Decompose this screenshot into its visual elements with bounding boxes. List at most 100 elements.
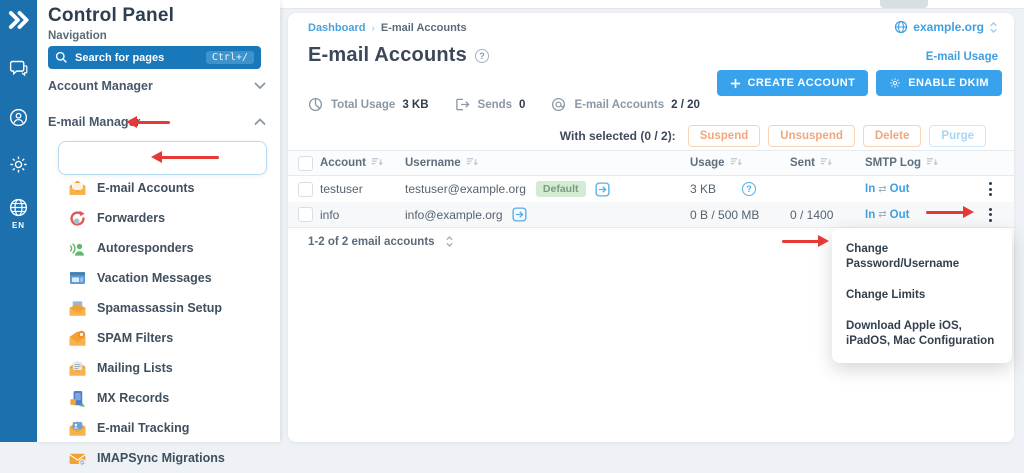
row-checkbox[interactable]	[298, 182, 313, 197]
chevron-down-icon	[254, 82, 266, 90]
sidebar-items: E-mail AccountsForwardersAutorespondersV…	[37, 173, 280, 473]
search-icon	[55, 51, 68, 64]
usage-cell: 3 KB ?	[690, 182, 790, 196]
usage-help-icon[interactable]: ?	[742, 182, 756, 196]
title-help-icon[interactable]: ?	[475, 49, 489, 63]
email-usage-link[interactable]: E-mail Usage	[926, 51, 998, 63]
swap-arrows-icon: ⇄	[878, 209, 886, 220]
sidebar-item-forwarders[interactable]: Forwarders	[37, 203, 280, 233]
sidebar-section-account-manager[interactable]: Account Manager	[37, 74, 280, 98]
smtp-log-cell: In ⇄ Out	[865, 183, 980, 195]
language-label[interactable]: EN	[0, 221, 37, 230]
account-cell: info	[320, 208, 405, 222]
row-menu-kebab-icon[interactable]	[980, 205, 1000, 225]
usage-stats: Total Usage3 KB Sends0 E-mail Accounts2 / …	[308, 97, 700, 113]
enable-dkim-button[interactable]: ENABLE DKIM	[876, 70, 1002, 96]
app-logo-icon[interactable]	[4, 5, 33, 34]
pagination: 1-2 of 2 email accounts	[308, 235, 454, 248]
sidebar-active-item-outline	[58, 141, 267, 175]
gear-icon[interactable]	[8, 154, 29, 175]
with-selected-toolbar: With selected (0 / 2): Suspend Unsuspend D…	[560, 125, 986, 147]
sidebar-item-spamassassin-setup[interactable]: Spamassassin Setup	[37, 293, 280, 323]
page-title: E-mail Accounts ?	[308, 44, 489, 67]
row-checkbox[interactable]	[298, 207, 313, 222]
caret-updown-icon	[989, 21, 998, 34]
breadcrumb-dashboard[interactable]: Dashboard	[308, 22, 365, 34]
sent-cell: 0 / 1400	[790, 208, 865, 222]
webmail-login-icon[interactable]	[511, 206, 528, 223]
username-cell: testuser@example.org Default	[405, 181, 690, 198]
default-badge: Default	[536, 181, 586, 197]
webmail-login-icon[interactable]	[594, 181, 611, 198]
sidebar-item-mx-records[interactable]: MX Records	[37, 383, 280, 413]
globe-small-icon	[894, 20, 908, 34]
sort-icon[interactable]	[820, 157, 833, 170]
forwarders-icon	[68, 209, 87, 228]
sort-icon[interactable]	[730, 157, 743, 170]
table-row: testuser testuser@example.org Default 3 …	[288, 176, 1014, 202]
sort-icon[interactable]	[466, 157, 479, 170]
breadcrumb-separator-icon: ›	[371, 23, 374, 34]
pagination-label: 1-2 of 2 email accounts	[308, 236, 435, 248]
smtp-out-link[interactable]: Out	[890, 183, 910, 195]
header-actions: CREATE ACCOUNT ENABLE DKIM	[717, 70, 1002, 96]
sort-icon[interactable]	[371, 157, 384, 170]
purge-button[interactable]: Purge	[929, 125, 986, 147]
app-rail: EN	[0, 0, 37, 442]
row-menu-kebab-icon[interactable]	[980, 179, 1000, 199]
search-input[interactable]: Search for pages Ctrl+/	[48, 46, 261, 69]
usage-cell: 0 B / 500 MB	[690, 208, 790, 222]
menu-item-download-apple-ios-ipados-mac-configurat[interactable]: Download Apple iOS, iPadOS, Mac Configur…	[832, 311, 1012, 357]
mailing-lists-icon	[68, 359, 87, 378]
imapsync-migrations-icon	[68, 449, 87, 468]
autoresponders-icon	[68, 239, 87, 258]
smtp-log-cell: In ⇄ Out	[865, 209, 980, 221]
stat-total-usage: Total Usage3 KB	[308, 97, 429, 113]
mx-records-icon	[68, 389, 87, 408]
smtp-in-link[interactable]: In	[865, 209, 875, 221]
sidebar-title: Control Panel	[48, 5, 174, 27]
stat-sends: Sends0	[455, 97, 526, 113]
table-header-row: Account Username Usage Sent SMTP Log	[288, 150, 1014, 176]
sidebar-item-spam-filters[interactable]: SPAM Filters	[37, 323, 280, 353]
breadcrumb: Dashboard › E-mail Accounts	[308, 22, 467, 34]
menu-item-change-limits[interactable]: Change Limits	[832, 280, 1012, 311]
sidebar-item-vacation-messages[interactable]: Vacation Messages	[37, 263, 280, 293]
with-selected-label: With selected (0 / 2):	[560, 129, 676, 143]
sidebar-item-autoresponders[interactable]: Autoresponders	[37, 233, 280, 263]
sidebar-item-e-mail-tracking[interactable]: E-mail Tracking	[37, 413, 280, 443]
swap-arrows-icon: ⇄	[878, 184, 886, 195]
email-accounts-table: Account Username Usage Sent SMTP Log tes…	[288, 150, 1014, 228]
smtp-out-link[interactable]: Out	[890, 209, 910, 221]
sort-icon[interactable]	[926, 157, 939, 170]
user-icon[interactable]	[8, 107, 29, 128]
gear-small-icon	[889, 77, 901, 89]
search-placeholder: Search for pages	[75, 52, 199, 64]
domain-selector[interactable]: example.org	[894, 20, 998, 34]
suspend-button[interactable]: Suspend	[688, 125, 761, 147]
domain-name: example.org	[913, 20, 984, 34]
sidebar-item-imapsync-migrations[interactable]: IMAPSync Migrations	[37, 443, 280, 473]
email-tracking-icon	[68, 419, 87, 438]
select-all-checkbox[interactable]	[298, 156, 313, 171]
caret-updown-icon[interactable]	[445, 235, 454, 248]
sidebar-section-email-manager[interactable]: E-mail Manager	[37, 110, 280, 134]
create-account-button[interactable]: CREATE ACCOUNT	[717, 70, 869, 96]
sidebar-item-e-mail-accounts[interactable]: E-mail Accounts	[37, 173, 280, 203]
chat-icon[interactable]	[8, 58, 29, 79]
delete-button[interactable]: Delete	[863, 125, 922, 147]
stat-e-mail-accounts: E-mail Accounts2 / 20	[551, 97, 699, 113]
smtp-in-link[interactable]: In	[865, 183, 875, 195]
spamassassin-setup-icon	[68, 299, 87, 318]
menu-item-change-password-username[interactable]: Change Password/Username	[832, 234, 1012, 280]
table-row: info info@example.org 0 B / 500 MB 0 / 1…	[288, 202, 1014, 228]
account-cell: testuser	[320, 182, 405, 196]
row-context-menu: Change Password/UsernameChange LimitsDow…	[832, 228, 1012, 363]
globe-icon[interactable]	[8, 197, 29, 218]
plus-icon	[730, 78, 741, 89]
send-icon	[455, 97, 471, 113]
sidebar-item-mailing-lists[interactable]: Mailing Lists	[37, 353, 280, 383]
unsuspend-button[interactable]: Unsuspend	[768, 125, 855, 147]
pie-chart-icon	[308, 97, 324, 113]
email-accounts-icon	[68, 179, 87, 198]
